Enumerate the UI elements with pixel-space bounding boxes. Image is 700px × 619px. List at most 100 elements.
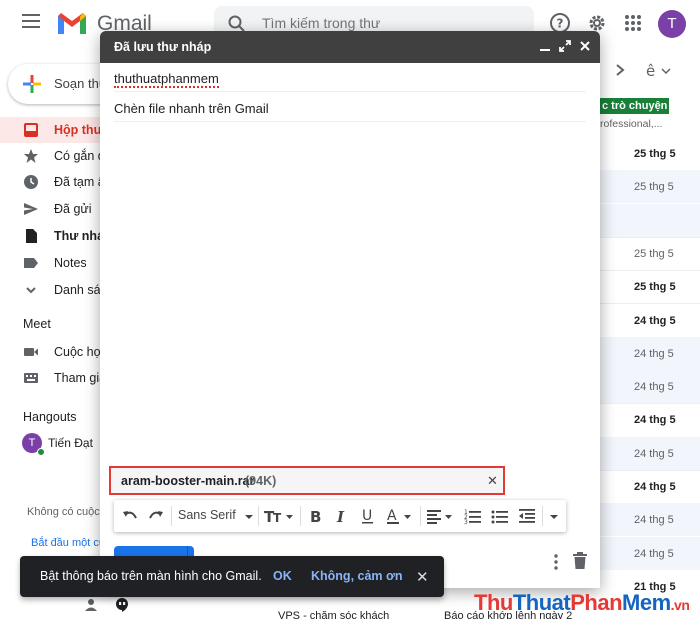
numbered-list-icon[interactable]: 123 xyxy=(464,506,482,526)
svg-text:U: U xyxy=(362,508,372,524)
email-date: 25 thg 5 xyxy=(634,181,674,193)
attachment-chip[interactable]: aram-booster-main.rar (94K) ✕ xyxy=(109,466,505,495)
watermark-part: .vn xyxy=(670,597,690,613)
sidebar-item-sent[interactable]: Đã gửi xyxy=(0,196,110,222)
toolbar-divider xyxy=(258,506,259,526)
fullscreen-icon[interactable] xyxy=(558,39,572,53)
compose-header[interactable]: Đã lưu thư nháp xyxy=(100,31,600,63)
row-divider xyxy=(600,270,700,271)
sidebar-item-starred[interactable]: Có gắn d xyxy=(0,143,110,169)
close-icon[interactable]: ✕ xyxy=(416,568,429,586)
notification-snackbar: Bật thông báo trên màn hình cho Gmail. O… xyxy=(20,556,444,597)
draft-icon xyxy=(26,229,37,243)
more-formatting-chevron-icon[interactable] xyxy=(548,506,560,526)
row-divider xyxy=(600,470,700,471)
email-date: 25 thg 5 xyxy=(634,148,676,160)
watermark-part: Mem xyxy=(622,590,671,615)
svg-text:T: T xyxy=(273,511,282,525)
attachment-name[interactable]: aram-booster-main.rar xyxy=(121,474,254,488)
email-date: 24 thg 5 xyxy=(634,315,676,327)
sidebar-item-label: Notes xyxy=(54,256,87,270)
toolbar-divider xyxy=(300,506,301,526)
svg-text:B: B xyxy=(310,508,321,526)
minimize-icon[interactable] xyxy=(538,39,552,53)
text-color-icon[interactable]: A xyxy=(386,506,416,526)
keyboard-icon xyxy=(24,373,38,383)
gmail-logo-icon[interactable] xyxy=(56,10,88,36)
start-chat-link[interactable]: Bắt đầu một cu xyxy=(31,537,105,549)
hangout-user-name[interactable]: Tiến Đạt xyxy=(48,436,93,450)
sidebar-item-label: Có gắn d xyxy=(54,149,105,163)
remove-attachment-icon[interactable]: ✕ xyxy=(487,473,498,489)
watermark-part: Thu xyxy=(474,590,513,615)
align-icon[interactable] xyxy=(426,506,456,526)
indent-less-icon[interactable] xyxy=(518,506,536,526)
attachment-size: (94K) xyxy=(245,474,277,488)
hangouts-icon[interactable] xyxy=(114,597,130,613)
toolbar-divider xyxy=(171,506,172,526)
sidebar-item-more[interactable]: Danh sác xyxy=(0,277,110,303)
read-row-bg xyxy=(600,204,700,237)
video-camera-icon xyxy=(24,348,38,356)
formatting-toolbar: Sans Serif TT B I U A 123 xyxy=(114,500,566,532)
chevron-down-icon[interactable] xyxy=(244,506,254,526)
account-avatar[interactable]: T xyxy=(658,10,686,38)
more-options-icon[interactable] xyxy=(552,553,560,571)
sidebar-item-join-meeting[interactable]: Tham gia xyxy=(0,365,110,391)
row-divider xyxy=(600,237,700,238)
hangouts-section-title: Hangouts xyxy=(23,410,77,424)
subject-text[interactable]: Chèn file nhanh trên Gmail xyxy=(114,101,269,116)
chevron-down-icon[interactable] xyxy=(661,68,671,74)
row-divider xyxy=(600,303,700,304)
snackbar-ok-button[interactable]: OK xyxy=(273,569,292,583)
main-menu-icon[interactable] xyxy=(22,14,40,28)
person-icon[interactable] xyxy=(84,598,98,612)
apps-grid-icon[interactable] xyxy=(622,12,644,34)
sidebar-item-label: Danh sác xyxy=(54,283,107,297)
star-icon xyxy=(24,149,38,163)
sidebar-item-drafts[interactable]: Thư nháp xyxy=(0,223,112,249)
email-date: 24 thg 5 xyxy=(634,514,674,526)
email-sender[interactable]: VPS - chăm sóc khách xyxy=(278,610,389,619)
redo-icon[interactable] xyxy=(146,506,166,526)
sidebar-item-label: Đã tạm ẩ xyxy=(54,175,105,189)
font-family-select[interactable]: Sans Serif xyxy=(178,508,236,522)
to-field[interactable]: thuthuatphanmem xyxy=(114,64,586,92)
subject-field[interactable]: Chèn file nhanh trên Gmail xyxy=(114,94,586,122)
watermark-part: Thuat xyxy=(512,590,571,615)
row-divider xyxy=(600,403,700,404)
plus-icon xyxy=(23,75,41,93)
toolbar-divider xyxy=(542,506,543,526)
toolbar-divider xyxy=(420,506,421,526)
bold-icon[interactable]: B xyxy=(308,506,324,526)
close-icon[interactable] xyxy=(578,39,592,53)
sidebar-item-inbox[interactable]: Hộp thư xyxy=(0,117,110,143)
inbox-icon xyxy=(24,123,38,137)
underline-icon[interactable]: U xyxy=(360,506,376,526)
bulleted-list-icon[interactable] xyxy=(491,506,509,526)
sidebar-item-label: Hộp thư xyxy=(54,123,103,137)
svg-text:A: A xyxy=(387,508,397,524)
trash-icon[interactable] xyxy=(572,552,588,570)
chat-label-badge: c trò chuyện xyxy=(600,98,670,114)
font-size-icon[interactable]: TT xyxy=(264,506,294,526)
italic-icon[interactable]: I xyxy=(334,506,350,526)
label-icon xyxy=(24,258,38,268)
chevron-down-icon xyxy=(26,287,36,294)
undo-icon[interactable] xyxy=(120,506,140,526)
sidebar-item-notes[interactable]: Notes xyxy=(0,250,110,276)
email-date: 24 thg 5 xyxy=(634,448,674,460)
svg-text:I: I xyxy=(336,508,345,526)
sidebar-item-new-meeting[interactable]: Cuộc họp xyxy=(0,339,110,365)
svg-text:3: 3 xyxy=(464,519,468,526)
email-date: 24 thg 5 xyxy=(634,481,676,493)
chevron-right-icon[interactable] xyxy=(614,63,626,77)
sidebar-item-label: Tham gia xyxy=(54,371,107,385)
snackbar-message: Bật thông báo trên màn hình cho Gmail. xyxy=(40,569,262,583)
to-recipient[interactable]: thuthuatphanmem xyxy=(114,71,219,88)
search-input[interactable] xyxy=(262,15,462,31)
snackbar-no-thanks-button[interactable]: Không, cảm ơn xyxy=(311,569,403,583)
meet-section-title: Meet xyxy=(23,317,51,331)
input-tools-icon[interactable]: ê xyxy=(646,62,655,80)
sidebar-item-snoozed[interactable]: Đã tạm ẩ xyxy=(0,169,110,195)
